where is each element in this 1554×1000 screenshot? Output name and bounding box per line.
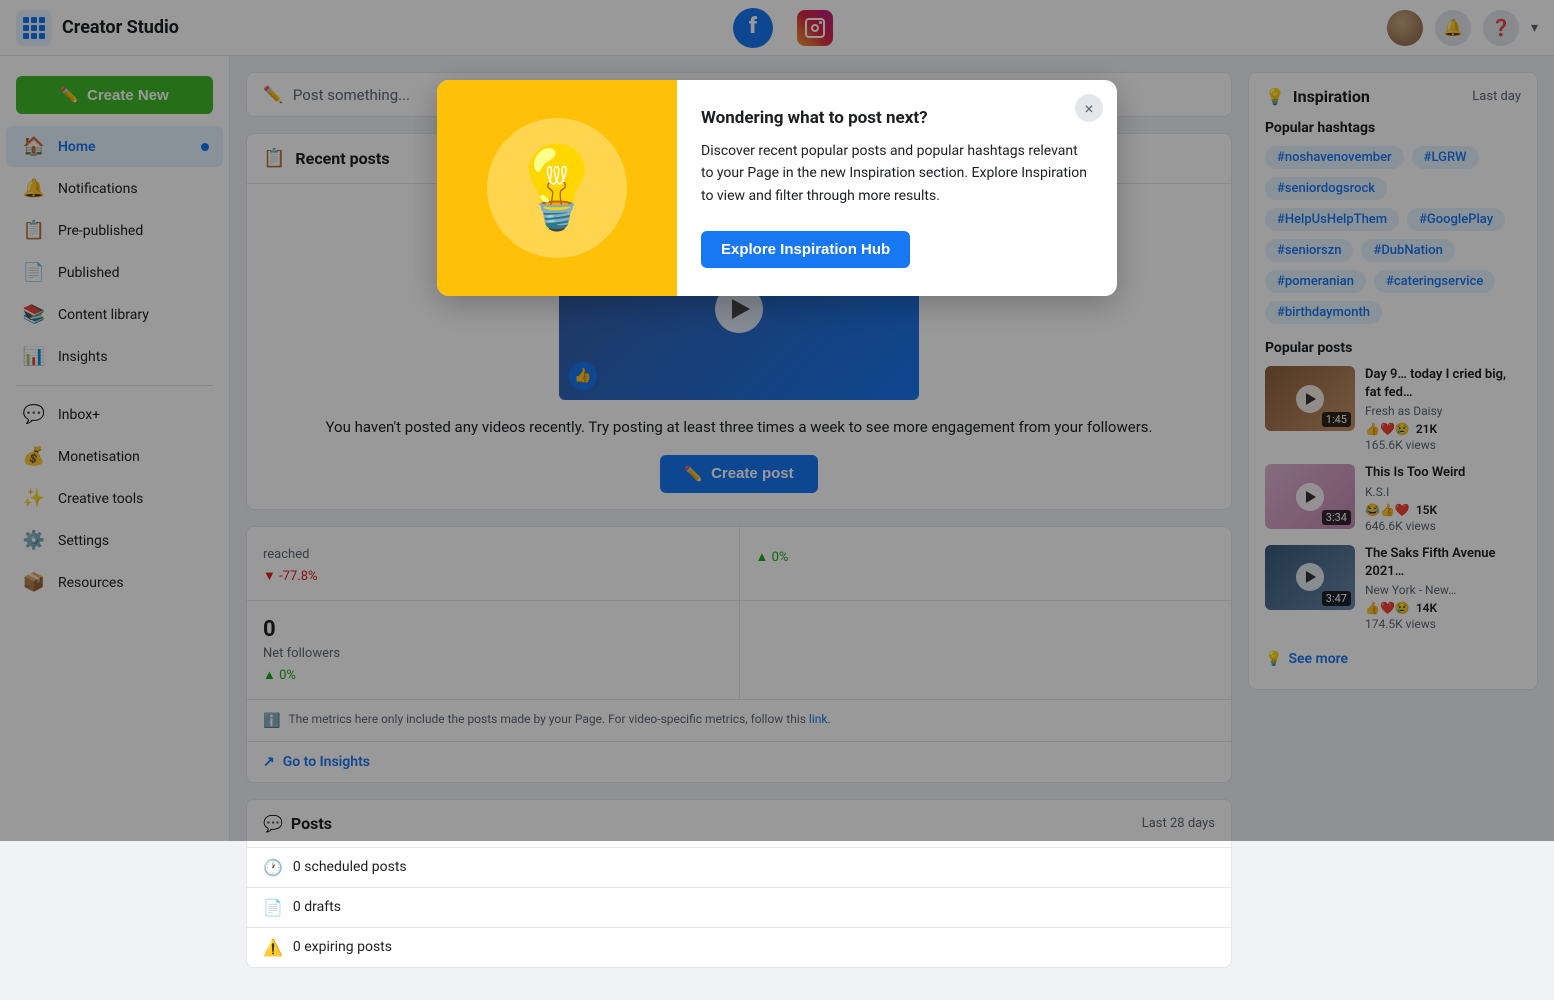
modal-title: Wondering what to post next?: [701, 108, 1089, 128]
bulb-icon: 💡: [487, 118, 627, 258]
explore-inspiration-label: Explore Inspiration Hub: [721, 241, 890, 258]
close-icon: ×: [1085, 99, 1094, 118]
explore-inspiration-button[interactable]: Explore Inspiration Hub: [701, 231, 910, 268]
modal-close-button[interactable]: ×: [1075, 94, 1103, 122]
modal-overlay[interactable]: 💡 × Wondering what to post next? Discove…: [0, 0, 1554, 841]
drafts-item: 📄 0 drafts: [247, 887, 1231, 927]
modal-illustration: 💡: [437, 80, 677, 296]
modal-content: × Wondering what to post next? Discover …: [677, 80, 1117, 296]
expiring-icon: ⚠️: [263, 938, 283, 957]
expiring-posts-item: ⚠️ 0 expiring posts: [247, 927, 1231, 967]
inspiration-modal: 💡 × Wondering what to post next? Discove…: [437, 80, 1117, 296]
modal-description: Discover recent popular posts and popula…: [701, 140, 1089, 207]
scheduled-posts-item: 🕐 0 scheduled posts: [247, 847, 1231, 887]
expiring-posts-text: 0 expiring posts: [293, 939, 392, 955]
scheduled-posts-text: 0 scheduled posts: [293, 859, 407, 875]
drafts-text: 0 drafts: [293, 899, 341, 915]
drafts-icon: 📄: [263, 898, 283, 917]
scheduled-icon: 🕐: [263, 858, 283, 877]
